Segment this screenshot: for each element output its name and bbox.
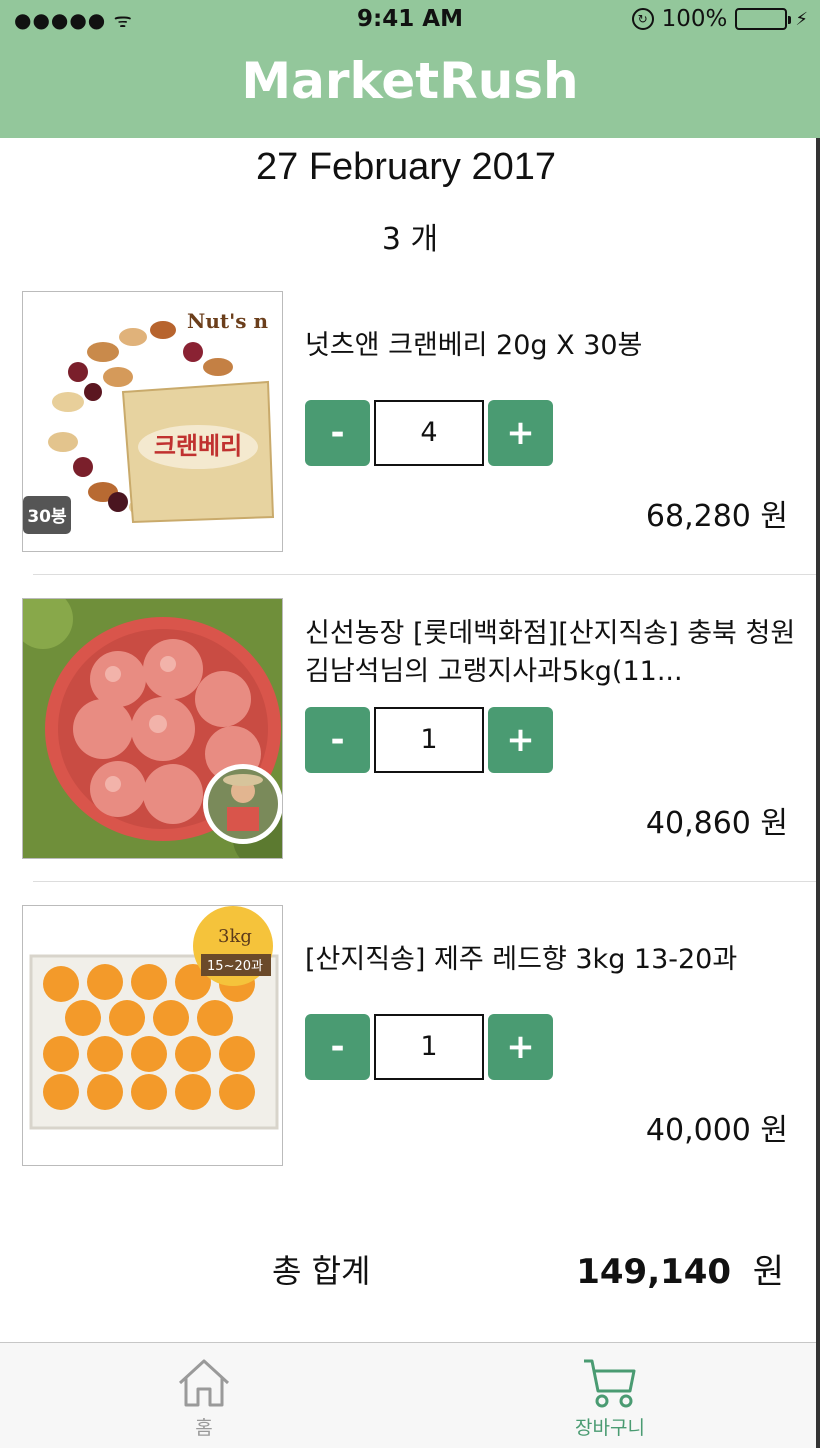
app-title: MarketRush [241, 52, 579, 110]
cart-item: 3kg 15~20과 [산지직송] 제주 레드향 3kg 13-20과 - 1 … [0, 905, 816, 1212]
quantity-field[interactable]: 4 [374, 400, 484, 466]
status-right: ↻ 100% ⚡ [631, 6, 808, 32]
product-thumbnail[interactable] [22, 598, 283, 859]
product-name[interactable]: [산지직송] 제주 레드향 3kg 13-20과 [305, 941, 805, 979]
product-thumbnail[interactable]: 3kg 15~20과 [22, 905, 283, 1166]
tab-home[interactable]: 홈 [134, 1357, 274, 1440]
cart-item: 크랜베리 Nut's n 30봉 넛츠앤 크랜베리 20g X 30봉 - 4 … [0, 291, 816, 598]
total-label: 총 합계 [272, 1252, 371, 1290]
item-price: 68,280 원 [645, 499, 788, 534]
status-bar: ●●●●● ᯤ 9:41 AM ↻ 100% ⚡ [0, 0, 820, 40]
charging-icon: ⚡ [795, 8, 808, 30]
decrease-button[interactable]: - [305, 707, 370, 773]
cart-item: 신선농장 [롯데백화점][산지직송] 충북 청원 김남석님의 고랭지사과5kg(… [0, 598, 816, 905]
weight-badge: 3kg [218, 926, 252, 947]
product-name[interactable]: 신선농장 [롯데백화점][산지직송] 충북 청원 김남석님의 고랭지사과5kg(… [305, 615, 805, 691]
quantity-stepper: - 1 + [305, 707, 553, 773]
rotation-lock-icon: ↻ [631, 8, 654, 30]
cart-item-count: 3 개 [381, 222, 439, 257]
battery-percent: 100% [661, 6, 728, 32]
battery-icon [735, 8, 792, 30]
total-amount: 149,140 [576, 1252, 732, 1292]
apples-product-image [23, 599, 282, 858]
home-icon [178, 1359, 230, 1407]
item-price: 40,860 원 [645, 806, 788, 841]
decrease-button[interactable]: - [305, 1014, 370, 1080]
increase-button[interactable]: + [488, 707, 553, 773]
quantity-field[interactable]: 1 [374, 707, 484, 773]
quantity-field[interactable]: 1 [374, 1014, 484, 1080]
brand-text: Nut's n [187, 309, 268, 333]
product-name[interactable]: 넛츠앤 크랜베리 20g X 30봉 [305, 327, 805, 365]
increase-button[interactable]: + [488, 1014, 553, 1080]
total-value: 149,140 원 [576, 1244, 784, 1293]
increase-button[interactable]: + [488, 400, 553, 466]
divider [33, 574, 816, 575]
cart-date: 27 February 2017 [256, 146, 556, 188]
quantity-stepper: - 4 + [305, 400, 553, 466]
item-price: 40,000 원 [645, 1113, 788, 1148]
pack-count-badge: 30봉 [27, 507, 67, 527]
screen-edge [816, 138, 820, 1448]
tab-home-label: 홈 [195, 1417, 213, 1439]
cart-icon [584, 1359, 636, 1408]
count-badge: 15~20과 [207, 959, 263, 974]
quantity-stepper: - 1 + [305, 1014, 553, 1080]
tab-cart-label: 장바구니 [575, 1417, 645, 1439]
decrease-button[interactable]: - [305, 400, 370, 466]
tab-bar: 홈 장바구니 [0, 1342, 816, 1448]
oranges-product-image: 3kg 15~20과 [23, 906, 282, 1165]
divider [33, 881, 816, 882]
total-unit: 원 [752, 1252, 784, 1292]
product-thumbnail[interactable]: 크랜베리 Nut's n 30봉 [22, 291, 283, 552]
top-bar: ●●●●● ᯤ 9:41 AM ↻ 100% ⚡ MarketRush [0, 0, 820, 138]
tab-cart[interactable]: 장바구니 [540, 1357, 680, 1440]
nuts-product-image: 크랜베리 Nut's n 30봉 [23, 292, 282, 551]
package-text: 크랜베리 [154, 432, 242, 460]
